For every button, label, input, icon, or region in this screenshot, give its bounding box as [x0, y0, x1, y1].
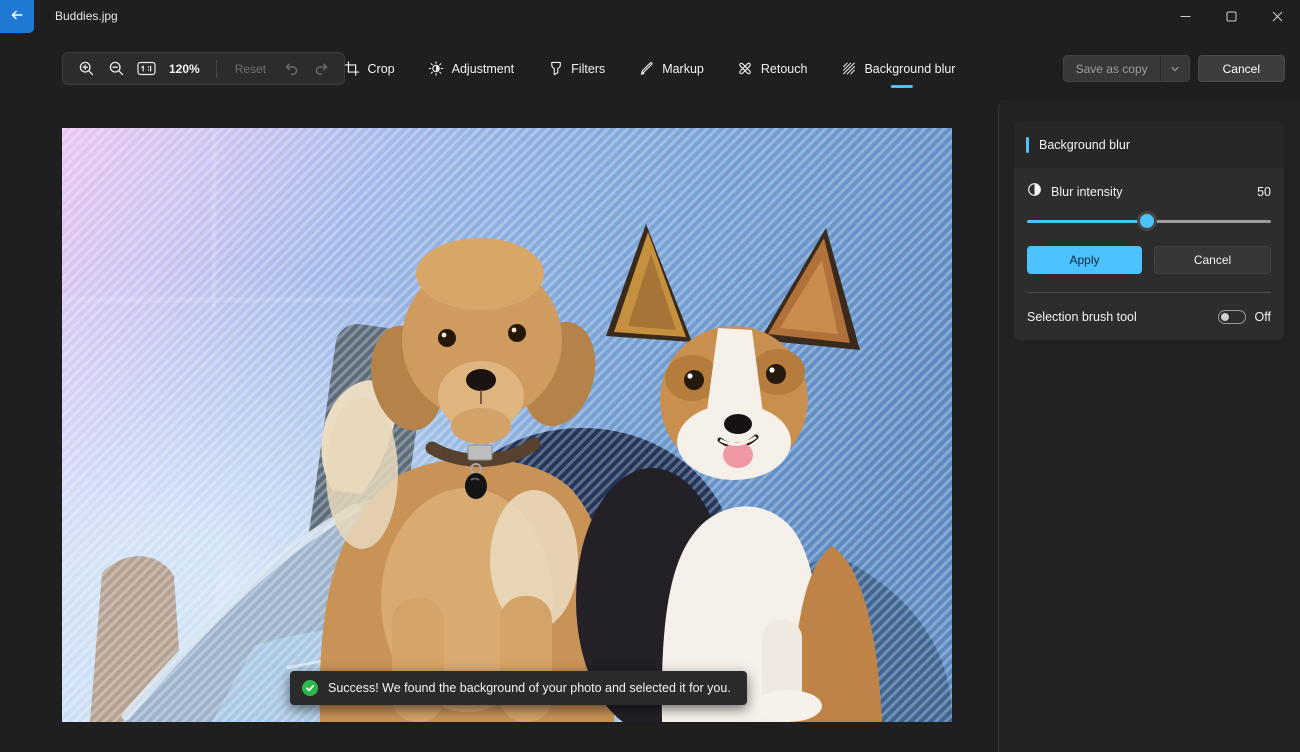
- photo-canvas[interactable]: Success! We found the background of your…: [62, 128, 952, 722]
- zoom-out-icon: [109, 61, 123, 76]
- panel-buttons: Apply Cancel: [1027, 246, 1271, 274]
- selection-brush-row: Selection brush tool Off: [1027, 310, 1271, 324]
- card-body: Blur intensity 50 Apply Cancel Selection…: [1014, 168, 1284, 340]
- adjustment-icon: [428, 61, 444, 76]
- crop-icon: [344, 61, 360, 76]
- tab-markup[interactable]: Markup: [639, 52, 704, 85]
- selection-brush-label: Selection brush tool: [1027, 310, 1137, 324]
- markup-icon: [640, 62, 653, 75]
- panel-cancel-button[interactable]: Cancel: [1154, 246, 1271, 274]
- card-header: Background blur: [1014, 122, 1284, 168]
- reset-button[interactable]: Reset: [227, 62, 274, 76]
- tab-retouch[interactable]: Retouch: [738, 52, 807, 85]
- background-blur-icon: [842, 62, 855, 75]
- chevron-down-icon: [1171, 66, 1179, 71]
- card-divider: [1027, 292, 1271, 293]
- contrast-icon: [1027, 182, 1042, 202]
- slider-thumb[interactable]: [1139, 214, 1154, 228]
- cancel-edit-button[interactable]: Cancel: [1197, 55, 1285, 82]
- zoom-toolbar: 120% Reset: [62, 52, 346, 85]
- photos-app-window: Buddies.jpg 120% Reset Crop Adjustment F…: [0, 0, 1300, 752]
- zoom-out-button[interactable]: [103, 56, 129, 82]
- redo-icon: [315, 63, 327, 75]
- maximize-button[interactable]: [1208, 0, 1254, 33]
- minimize-button[interactable]: [1162, 0, 1208, 33]
- background-blur-card: Background blur Blur intensity 50 Apply: [1014, 122, 1284, 340]
- blur-intensity-slider[interactable]: [1027, 214, 1271, 228]
- tab-crop[interactable]: Crop: [344, 52, 395, 85]
- retouch-icon: [739, 62, 752, 75]
- save-as-copy-button[interactable]: Save as copy: [1064, 56, 1160, 81]
- undo-icon: [285, 63, 297, 75]
- back-arrow-icon: [10, 8, 24, 25]
- selection-brush-state: Off: [1254, 310, 1271, 324]
- toolbar-row: 120% Reset Crop Adjustment Filters Marku…: [0, 52, 1300, 88]
- save-options-dropdown-button[interactable]: [1161, 56, 1189, 81]
- zoom-level: 120%: [169, 61, 200, 76]
- apply-button[interactable]: Apply: [1027, 246, 1142, 274]
- filters-icon: [550, 61, 561, 76]
- save-as-copy-split-button: Save as copy: [1062, 55, 1190, 82]
- zoom-in-button[interactable]: [73, 56, 99, 82]
- tab-filters[interactable]: Filters: [548, 52, 605, 85]
- fit-to-window-button[interactable]: [133, 56, 159, 82]
- tab-adjustment[interactable]: Adjustment: [428, 52, 514, 85]
- maximize-icon: [1226, 11, 1236, 22]
- close-icon: [1272, 11, 1282, 22]
- titlebar: Buddies.jpg: [0, 0, 1300, 33]
- accent-bar: [1026, 137, 1029, 153]
- window-title: Buddies.jpg: [55, 9, 118, 23]
- toolbar-separator: [215, 59, 217, 78]
- blur-intensity-row: Blur intensity 50: [1027, 182, 1271, 202]
- actual-size-icon: [136, 61, 156, 76]
- edit-tabs: Crop Adjustment Filters Markup Retouch B…: [344, 52, 955, 88]
- minimize-icon: [1180, 16, 1190, 17]
- toast-message: Success! We found the background of your…: [328, 681, 731, 695]
- back-button[interactable]: [0, 0, 34, 33]
- success-toast: Success! We found the background of your…: [290, 671, 747, 705]
- header-actions: Save as copy Cancel: [1062, 55, 1285, 82]
- background-blur-panel: Background blur Blur intensity 50 Apply: [998, 100, 1300, 752]
- success-check-icon: [302, 680, 318, 696]
- redo-button[interactable]: [308, 56, 334, 82]
- selection-brush-toggle[interactable]: [1217, 310, 1246, 324]
- close-button[interactable]: [1254, 0, 1300, 33]
- tab-background-blur[interactable]: Background blur: [841, 52, 955, 88]
- photo-image: [62, 128, 952, 722]
- blur-intensity-label: Blur intensity: [1051, 185, 1123, 199]
- blur-intensity-value: 50: [1257, 185, 1271, 199]
- caption-buttons: [1162, 0, 1300, 33]
- zoom-in-icon: [79, 61, 93, 76]
- undo-button[interactable]: [278, 56, 304, 82]
- panel-title: Background blur: [1039, 138, 1131, 152]
